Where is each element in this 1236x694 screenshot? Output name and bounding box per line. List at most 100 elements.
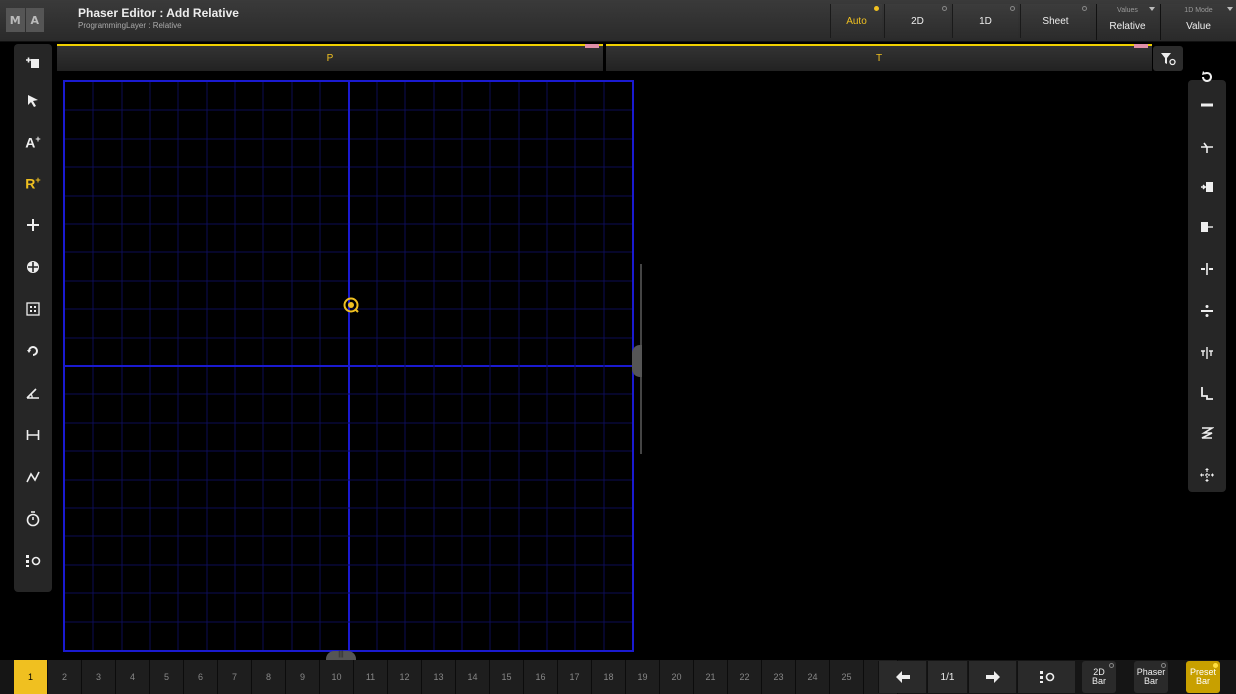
- mode-1d-caption: 1D Mode: [1184, 7, 1213, 14]
- angle-icon: [26, 388, 39, 399]
- align-left-button[interactable]: [1188, 168, 1226, 206]
- axis-t-marker: [1134, 44, 1148, 48]
- phaser-bar-button[interactable]: Phaser Bar: [1134, 661, 1168, 693]
- previous-page-button[interactable]: [878, 661, 926, 693]
- next-page-button[interactable]: [968, 661, 1016, 693]
- width-icon: [26, 430, 40, 440]
- title-bar: M A Phaser Editor : Add Relative Program…: [0, 0, 1236, 42]
- timer-button[interactable]: [14, 500, 52, 538]
- width-button[interactable]: [14, 416, 52, 454]
- page-button-23[interactable]: 23: [762, 660, 796, 694]
- mode-2d-button[interactable]: 2D: [884, 4, 950, 38]
- page-indicator[interactable]: 1/1: [927, 661, 967, 693]
- values-value: Relative: [1109, 21, 1146, 32]
- absolute-add-button[interactable]: A+: [14, 123, 52, 161]
- divide-button[interactable]: [1188, 292, 1226, 330]
- mode-auto-button[interactable]: Auto: [830, 4, 882, 38]
- axis-header-p[interactable]: P: [57, 44, 603, 71]
- filter-button[interactable]: [1153, 46, 1183, 71]
- center-button[interactable]: [14, 248, 52, 286]
- page-button-7[interactable]: 7: [218, 660, 252, 694]
- list-settings-icon: [26, 555, 41, 567]
- grid-lines: [65, 82, 632, 650]
- mode-sheet-button[interactable]: Sheet: [1020, 4, 1090, 38]
- mode-1d-label: 1D: [979, 15, 992, 27]
- absolute-add-icon: A+: [25, 133, 41, 151]
- page-button-17[interactable]: 17: [558, 660, 592, 694]
- dropdown-icon: [1149, 7, 1155, 11]
- move-button[interactable]: [14, 206, 52, 244]
- add-step-button[interactable]: [14, 44, 52, 82]
- phaser-step-marker[interactable]: [341, 295, 361, 315]
- rotate-button[interactable]: [14, 332, 52, 370]
- page-button-1[interactable]: 1: [14, 660, 48, 694]
- grid-snap-button[interactable]: [14, 290, 52, 328]
- 2d-bar-button[interactable]: 2D Bar: [1082, 661, 1116, 693]
- filter-icon: [1161, 52, 1176, 65]
- move-all-button[interactable]: [1188, 456, 1226, 494]
- step-icon: [1201, 387, 1213, 400]
- window-subtitle: ProgrammingLayer : Relative: [78, 21, 182, 30]
- page-button-22[interactable]: 22: [728, 660, 762, 694]
- mode-1d-button[interactable]: 1D: [952, 4, 1018, 38]
- preset-bar-button[interactable]: Preset Bar: [1186, 661, 1220, 693]
- page-button-10[interactable]: 10: [320, 660, 354, 694]
- 2d-bar-label: 2D Bar: [1091, 667, 1106, 686]
- splitter-handle[interactable]: [632, 345, 642, 377]
- page-button-18[interactable]: 18: [592, 660, 626, 694]
- ma-logo[interactable]: M A: [6, 8, 44, 32]
- page-button-15[interactable]: 15: [490, 660, 524, 694]
- mode-auto-label: Auto: [846, 15, 867, 27]
- logo-letter-m: M: [6, 8, 25, 32]
- axis-header-t[interactable]: T: [606, 44, 1152, 71]
- step-button[interactable]: [1188, 374, 1226, 412]
- minus-icon: [1201, 103, 1213, 107]
- list-settings-button[interactable]: [14, 542, 52, 580]
- divide-icon: [1201, 305, 1213, 317]
- page-button-6[interactable]: 6: [184, 660, 218, 694]
- phaser-2d-grid[interactable]: [63, 80, 634, 652]
- mirror-icon: [1201, 347, 1213, 359]
- page-button-4[interactable]: 4: [116, 660, 150, 694]
- split-button[interactable]: [1188, 250, 1226, 288]
- spread-button[interactable]: [1188, 414, 1226, 452]
- insert-button[interactable]: [1188, 128, 1226, 166]
- page-button-19[interactable]: 19: [626, 660, 660, 694]
- angle-button[interactable]: [14, 374, 52, 412]
- page-button-3[interactable]: 3: [82, 660, 116, 694]
- values-select[interactable]: Values Relative: [1096, 4, 1158, 40]
- relative-add-button[interactable]: R+: [14, 164, 52, 202]
- align-right-button[interactable]: [1188, 208, 1226, 246]
- move-icon: [27, 219, 39, 231]
- page-button-8[interactable]: 8: [252, 660, 286, 694]
- add-step-icon: [26, 57, 39, 68]
- window-title-area[interactable]: Phaser Editor : Add Relative Programming…: [78, 6, 239, 30]
- align-left-icon: [1201, 182, 1213, 192]
- list-settings-button[interactable]: [1017, 661, 1075, 693]
- align-right-icon: [1201, 222, 1213, 232]
- page-button-20[interactable]: 20: [660, 660, 694, 694]
- mirror-button[interactable]: [1188, 334, 1226, 372]
- page-button-11[interactable]: 11: [354, 660, 388, 694]
- page-button-9[interactable]: 9: [286, 660, 320, 694]
- page-button-21[interactable]: 21: [694, 660, 728, 694]
- arrow-left-icon: [895, 671, 910, 683]
- axis-t-label: T: [875, 53, 883, 64]
- mode-1d-select[interactable]: 1D Mode Value: [1160, 4, 1236, 40]
- select-arrow-button[interactable]: [14, 82, 52, 120]
- page-button-5[interactable]: 5: [150, 660, 184, 694]
- select-arrow-icon: [28, 95, 38, 107]
- page-button-2[interactable]: 2: [48, 660, 82, 694]
- arrow-right-icon: [985, 671, 1000, 683]
- page-button-24[interactable]: 24: [796, 660, 830, 694]
- minus-button[interactable]: [1188, 86, 1226, 124]
- page-button-13[interactable]: 13: [422, 660, 456, 694]
- transition-button[interactable]: [14, 458, 52, 496]
- move-all-icon: [1200, 468, 1214, 482]
- page-button-16[interactable]: 16: [524, 660, 558, 694]
- page-button-25[interactable]: 25: [830, 660, 864, 694]
- page-button-14[interactable]: 14: [456, 660, 490, 694]
- page-button-12[interactable]: 12: [388, 660, 422, 694]
- right-toolbar: [1188, 71, 1226, 494]
- preset-bar-label: Preset Bar: [1189, 667, 1216, 686]
